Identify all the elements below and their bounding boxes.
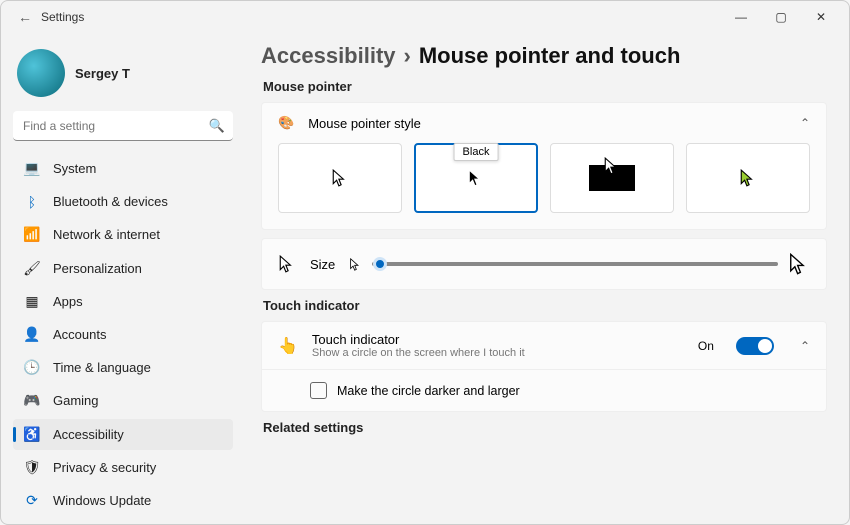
sidebar-item-gaming[interactable]: 🎮 Gaming [13,385,233,416]
user-name: Sergey T [75,66,130,81]
darker-larger-label: Make the circle darker and larger [337,384,520,398]
size-label: Size [310,257,335,272]
breadcrumb-parent[interactable]: Accessibility [261,43,396,69]
personalization-icon: 🖌 [23,259,41,277]
breadcrumb-current: Mouse pointer and touch [419,43,681,69]
search-container: 🔍 [13,111,233,141]
settings-window: ← Settings — ▢ ✕ Sergey T 🔍 💻 System ᛒ Blu… [0,0,850,525]
touch-card-header[interactable]: 👆 Touch indicator Show a circle on the s… [262,322,826,370]
section-mouse-pointer: Mouse pointer [263,79,827,94]
sidebar-item-privacy[interactable]: 🛡 Privacy & security [13,452,233,483]
nav-label: Network & internet [53,227,160,242]
pointer-style-white[interactable] [278,143,402,213]
sidebar-item-time[interactable]: 🕒 Time & language [13,352,233,383]
nav-label: Gaming [53,393,99,408]
gaming-icon: 🎮 [23,392,41,410]
close-button[interactable]: ✕ [801,1,841,33]
slider-track[interactable] [372,262,778,266]
sidebar: Sergey T 🔍 💻System ᛒBluetooth & devices … [1,33,241,524]
search-input[interactable] [13,111,233,141]
size-card: Size [261,238,827,290]
sidebar-item-accounts[interactable]: 👤 Accounts [13,319,233,350]
titlebar: ← Settings — ▢ ✕ [1,1,849,33]
nav-label: Time & language [53,360,151,375]
nav-label: Personalization [53,261,142,276]
breadcrumb: Accessibility › Mouse pointer and touch [261,43,827,69]
slider-thumb[interactable] [373,257,387,271]
cursor-large-icon [788,253,810,275]
nav-label: Accessibility [53,427,124,442]
size-slider[interactable] [349,253,810,275]
chevron-up-icon: ⌃ [800,339,810,353]
main-content: Accessibility › Mouse pointer and touch … [241,33,849,524]
breadcrumb-sep: › [404,43,411,69]
sidebar-item-system[interactable]: 💻 System [13,153,233,184]
cursor-inverted-icon [603,157,621,175]
style-tooltip: Black [454,143,499,161]
cursor-white-icon [331,169,349,187]
palette-icon: 🎨 [278,115,294,131]
maximize-button[interactable]: ▢ [761,1,801,33]
minimize-button[interactable]: — [721,1,761,33]
style-card: 🎨 Mouse pointer style ⌃ Black [261,102,827,230]
inverted-preview [589,165,635,191]
touch-card: 👆 Touch indicator Show a circle on the s… [261,321,827,412]
nav-label: Windows Update [53,493,151,508]
sidebar-item-personalization[interactable]: 🖌 Personalization [13,253,233,284]
window-title: Settings [41,10,84,24]
nav-label: System [53,161,96,176]
user-block[interactable]: Sergey T [13,41,233,109]
touch-icon: 👆 [278,336,298,356]
nav-label: Accounts [53,327,106,342]
nav-label: Apps [53,294,83,309]
cursor-icon [278,255,296,273]
cursor-custom-icon [739,169,757,187]
touch-title: Touch indicator [312,332,684,347]
pointer-style-inverted[interactable] [550,143,674,213]
touch-toggle[interactable] [736,337,774,355]
back-button[interactable]: ← [9,9,41,25]
accounts-icon: 👤 [23,326,41,344]
pointer-style-black[interactable]: Black [414,143,538,213]
sidebar-item-network[interactable]: 📶 Network & internet [13,219,233,250]
network-icon: 📶 [23,226,41,244]
darker-larger-row[interactable]: Make the circle darker and larger [262,370,826,411]
nav-label: Privacy & security [53,460,156,475]
section-touch: Touch indicator [263,298,827,313]
touch-state: On [698,339,714,353]
sidebar-item-bluetooth[interactable]: ᛒ Bluetooth & devices [13,186,233,217]
update-icon: ⟳ [23,491,41,509]
touch-subtitle: Show a circle on the screen where I touc… [312,347,684,359]
apps-icon: ▦ [23,292,41,310]
time-icon: 🕒 [23,359,41,377]
search-icon: 🔍 [209,118,225,134]
cursor-black-icon [467,169,485,187]
style-card-title: Mouse pointer style [308,116,786,131]
sidebar-item-apps[interactable]: ▦ Apps [13,286,233,317]
chevron-up-icon: ⌃ [800,116,810,130]
accessibility-icon: ♿ [23,425,41,443]
section-related: Related settings [263,420,827,435]
avatar [17,49,65,97]
darker-larger-checkbox[interactable] [310,382,327,399]
privacy-icon: 🛡 [23,458,41,476]
cursor-small-icon [349,258,362,271]
sidebar-item-accessibility[interactable]: ♿ Accessibility [13,419,233,450]
pointer-style-custom[interactable] [686,143,810,213]
bluetooth-icon: ᛒ [23,193,41,211]
style-card-header[interactable]: 🎨 Mouse pointer style ⌃ [262,103,826,143]
nav-label: Bluetooth & devices [53,194,168,209]
system-icon: 💻 [23,160,41,178]
sidebar-item-update[interactable]: ⟳ Windows Update [13,485,233,516]
